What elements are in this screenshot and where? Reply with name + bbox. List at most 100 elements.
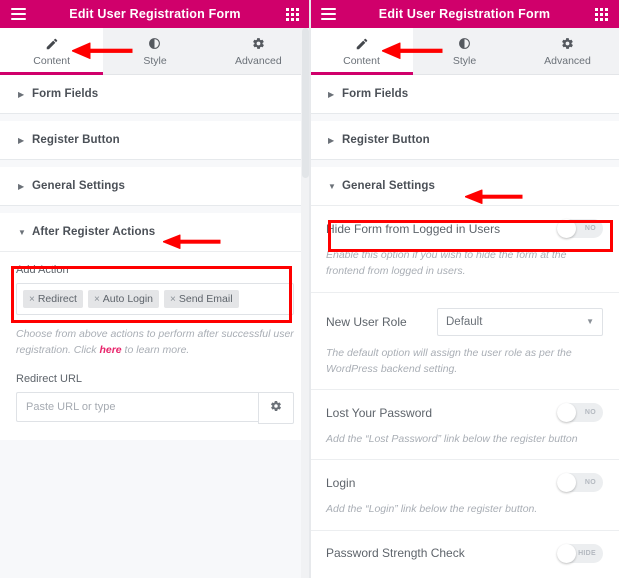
section-general-settings-label: General Settings xyxy=(32,180,125,192)
action-tag-label: Auto Login xyxy=(102,293,154,305)
redirect-url-row xyxy=(16,391,294,424)
option-title: Login xyxy=(326,475,356,490)
after-register-actions-body: Add Action × Redirect × Auto Login × Sen… xyxy=(0,252,310,440)
section-form-fields[interactable]: ▶ Form Fields xyxy=(310,75,619,114)
tab-style-label: Style xyxy=(452,54,477,67)
tab-style[interactable]: Style xyxy=(103,28,207,74)
right-accordion-list: ▶ Form Fields ▶ Register Button ▼ Genera… xyxy=(310,75,619,578)
action-tag-auto-login[interactable]: × Auto Login xyxy=(87,290,160,308)
panel-left-edge xyxy=(310,0,311,578)
redirect-url-input[interactable] xyxy=(16,391,258,422)
toggle-knob xyxy=(557,543,576,563)
general-settings-body: Hide Form from Logged in Users NO Enable… xyxy=(310,206,619,578)
section-register-button[interactable]: ▶ Register Button xyxy=(310,121,619,160)
tab-advanced-label: Advanced xyxy=(234,54,282,67)
option-description: Add the “Login” link below the register … xyxy=(326,503,538,516)
grid-apps-icon[interactable] xyxy=(583,7,619,21)
chevron-down-icon: ▼ xyxy=(18,227,26,237)
left-accordion-list: ▶ Form Fields ▶ Register Button ▶ Genera… xyxy=(0,75,310,440)
tab-content-label: Content xyxy=(33,54,71,67)
chevron-right-icon: ▶ xyxy=(18,135,25,145)
left-panel-title: Edit User Registration Form xyxy=(69,7,241,21)
toggle-state-label: NO xyxy=(584,479,596,487)
hamburger-icon[interactable] xyxy=(310,8,346,20)
section-general-settings[interactable]: ▼ General Settings xyxy=(310,167,619,206)
toggle-knob xyxy=(557,403,576,423)
gear-icon xyxy=(270,399,282,417)
remove-icon[interactable]: × xyxy=(170,294,176,305)
chevron-right-icon: ▶ xyxy=(18,181,25,191)
tab-advanced[interactable]: Advanced xyxy=(206,28,310,74)
help-link-here[interactable]: here xyxy=(99,344,121,356)
section-register-button-label: Register Button xyxy=(32,134,120,146)
gear-icon xyxy=(252,36,265,52)
pencil-icon xyxy=(355,36,369,52)
chevron-right-icon: ▶ xyxy=(328,135,335,145)
section-form-fields[interactable]: ▶ Form Fields xyxy=(0,75,310,114)
remove-icon[interactable]: × xyxy=(94,294,100,305)
option-description: Add the “Lost Password” link below the r… xyxy=(326,433,578,446)
tab-advanced-label: Advanced xyxy=(544,54,591,67)
contrast-circle-icon xyxy=(458,36,471,52)
toggle-state-label: NO xyxy=(584,409,596,417)
section-general-settings[interactable]: ▶ General Settings xyxy=(0,167,310,206)
action-tag-label: Redirect xyxy=(37,293,77,305)
toggle-lost-your-password[interactable]: NO xyxy=(557,403,603,423)
tab-advanced[interactable]: Advanced xyxy=(516,28,619,74)
add-action-field[interactable]: × Redirect × Auto Login × Send Email xyxy=(16,283,294,315)
action-tag-redirect[interactable]: × Redirect xyxy=(23,290,83,308)
section-general-settings-label: General Settings xyxy=(342,180,435,192)
toggle-password-strength-check[interactable]: HIDE xyxy=(557,543,603,563)
tab-style[interactable]: Style xyxy=(413,28,516,74)
option-title: Hide Form from Logged in Users xyxy=(326,221,501,236)
toggle-knob xyxy=(557,473,576,493)
toggle-state-label: HIDE xyxy=(578,549,596,557)
option-login: Login NO Add the “Login” link below the … xyxy=(310,460,619,531)
section-after-register-actions-label: After Register Actions xyxy=(32,226,156,238)
option-description: Enable this option if you wish to hide t… xyxy=(326,249,567,278)
select-value: Default xyxy=(446,315,483,328)
left-topbar: Edit User Registration Form xyxy=(0,0,310,28)
toggle-hide-form[interactable]: NO xyxy=(557,219,603,238)
option-password-strength-check: Password Strength Check HIDE xyxy=(310,531,619,578)
section-form-fields-label: Form Fields xyxy=(32,88,99,100)
option-title: Password Strength Check xyxy=(326,546,465,561)
pencil-icon xyxy=(45,36,59,52)
toggle-login[interactable]: NO xyxy=(557,473,603,493)
option-title: New User Role xyxy=(326,314,407,329)
gear-icon xyxy=(561,36,574,52)
remove-icon[interactable]: × xyxy=(29,294,35,305)
help-text-after: to learn more. xyxy=(121,344,190,357)
chevron-down-icon: ▼ xyxy=(586,317,594,327)
tab-content-label: Content xyxy=(343,54,380,67)
contrast-circle-icon xyxy=(148,36,161,52)
section-register-button[interactable]: ▶ Register Button xyxy=(0,121,310,160)
option-new-user-role: New User Role Default ▼ The default opti… xyxy=(310,293,619,391)
panel-left: Edit User Registration Form Content Styl… xyxy=(0,0,310,578)
scrollbar-thumb[interactable] xyxy=(302,28,309,178)
action-tag-label: Send Email xyxy=(178,293,233,305)
hamburger-icon[interactable] xyxy=(0,8,36,20)
add-action-help-text: Choose from above actions to perform aft… xyxy=(16,326,294,359)
tab-content[interactable]: Content xyxy=(310,28,413,75)
redirect-url-settings-button[interactable] xyxy=(258,391,294,424)
right-tabs: Content Style Advanced xyxy=(310,28,619,75)
new-user-role-select[interactable]: Default ▼ xyxy=(437,307,603,336)
right-topbar: Edit User Registration Form xyxy=(310,0,619,28)
add-action-label: Add Action xyxy=(16,264,69,276)
option-hide-form-from-logged-in-users: Hide Form from Logged in Users NO Enable… xyxy=(310,206,619,293)
right-panel-title: Edit User Registration Form xyxy=(378,7,551,21)
section-after-register-actions[interactable]: ▼ After Register Actions xyxy=(0,213,310,252)
tab-content[interactable]: Content xyxy=(0,28,104,75)
option-title: Lost Your Password xyxy=(326,405,433,420)
redirect-url-label: Redirect URL xyxy=(16,372,83,385)
action-tag-send-email[interactable]: × Send Email xyxy=(164,290,239,308)
option-lost-your-password: Lost Your Password NO Add the “Lost Pass… xyxy=(310,390,619,461)
chevron-down-icon: ▼ xyxy=(328,181,336,191)
panel-right: Edit User Registration Form Content Styl… xyxy=(310,0,619,578)
grid-apps-icon[interactable] xyxy=(274,7,310,21)
chevron-right-icon: ▶ xyxy=(328,89,335,99)
section-register-button-label: Register Button xyxy=(342,134,430,146)
tab-style-label: Style xyxy=(143,54,167,67)
toggle-state-label: NO xyxy=(584,225,596,232)
